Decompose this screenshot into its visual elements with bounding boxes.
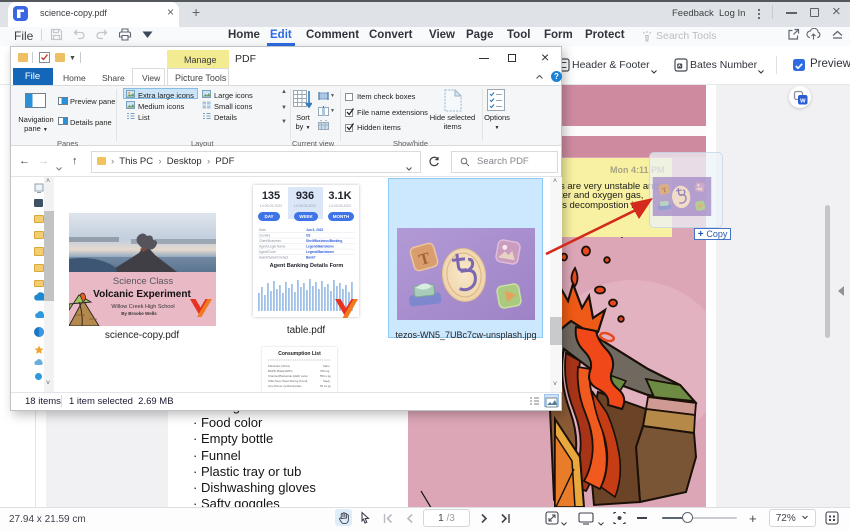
svg-text:Country: Country [259,234,271,238]
svg-text:Science Class: Science Class [113,276,173,287]
svg-text:Legend/Bartolome: Legend/Bartolome [306,245,334,249]
svg-text:Date: Date [259,228,266,232]
svg-text:Agent/Code: Agent/Code [259,250,276,254]
svg-text:w: w [799,97,806,104]
svg-text:Willow Creek High School: Willow Creek High School [111,304,174,310]
svg-text:50 t/e pp: 50 t/e pp [320,384,331,388]
svg-text:Client/Business: Client/Business [259,239,281,243]
svg-text:Fabric/are (Sho4): Fabric/are (Sho4) [268,364,290,368]
svg-text:Shlel Neox Steel Stirring (Foo: Shlel Neox Steel Stirring (Food) [268,379,307,383]
svg-text:750 Ltg: 750 Ltg [320,369,330,373]
svg-text:Legend/Bartolome: Legend/Bartolome [306,250,334,254]
svg-text:BioPD Plastic(48%): BioPD Plastic(48%) [268,369,292,373]
svg-text:By Brooke Wells: By Brooke Wells [121,311,157,316]
svg-text:Agent/Legal Name: Agent/Legal Name [259,245,286,249]
svg-text:Jun 5, 2022: Jun 5, 2022 [306,228,323,232]
svg-text:Volcanic Experiment: Volcanic Experiment [93,289,191,300]
svg-text:Saely: Saely [323,379,331,383]
svg-text:Inno Primer synthesis(nde): Inno Primer synthesis(nde) [268,384,301,388]
svg-text:US: US [306,234,310,238]
svg-text:Agent/Sales/Contact: Agent/Sales/Contact [259,256,288,260]
svg-text:Charnte/Plantonide (LED) Lamp: Charnte/Plantonide (LED) Lamp [268,374,308,378]
svg-text:550 e kg: 550 e kg [320,374,331,378]
svg-text:Shelf/Business/Banking: Shelf/Business/Banking [306,239,342,243]
svg-text:Bank7: Bank7 [306,256,316,260]
svg-text:Sahu: Sahu [323,364,330,368]
